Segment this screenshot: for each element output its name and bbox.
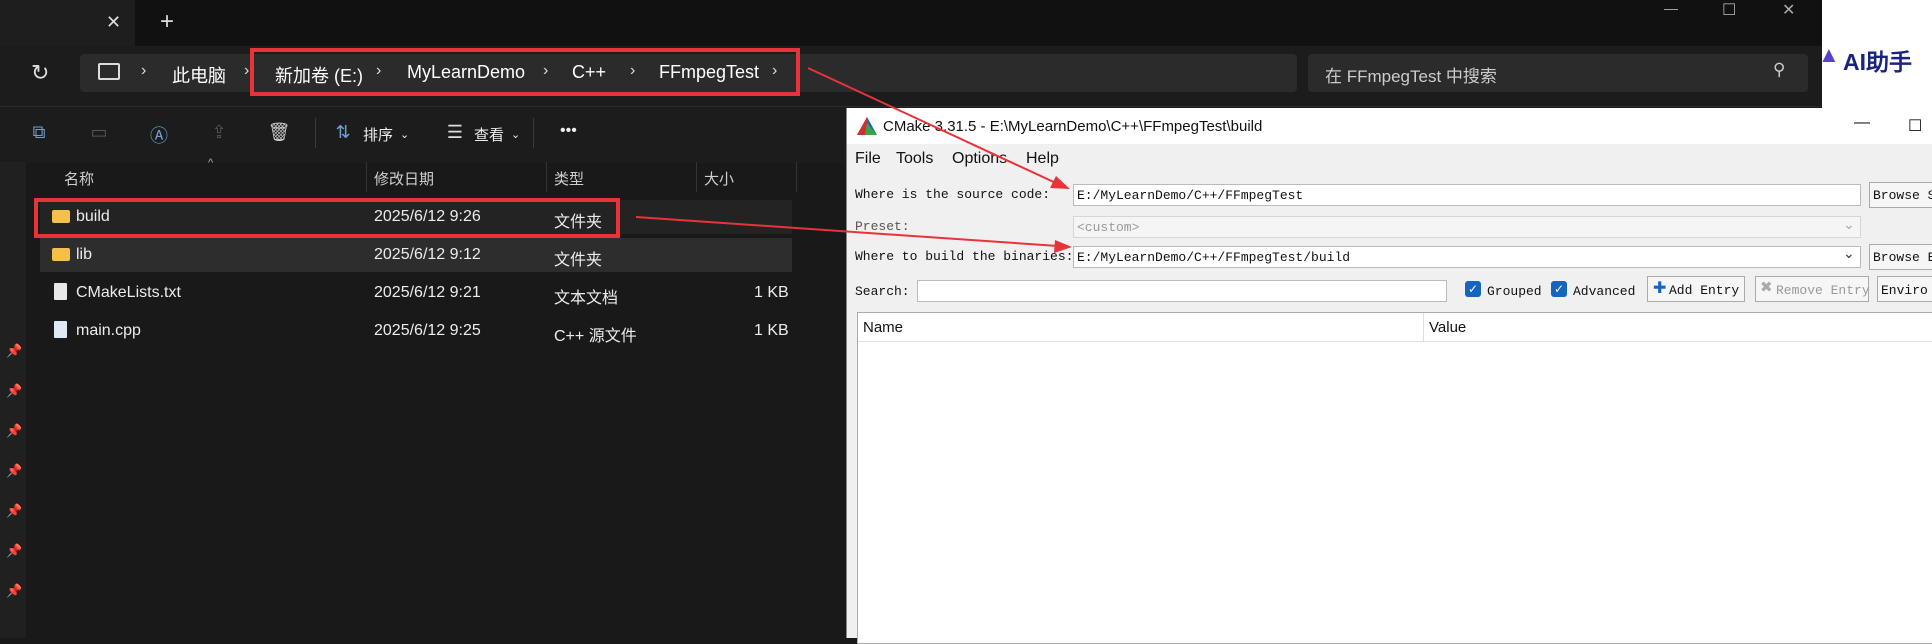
arrow-head-build xyxy=(1054,240,1072,253)
arrow-head-source xyxy=(1050,176,1070,189)
annotation-arrows xyxy=(635,67,1072,253)
arrow-line-source xyxy=(807,67,1059,185)
arrow-line-build xyxy=(635,216,1059,247)
